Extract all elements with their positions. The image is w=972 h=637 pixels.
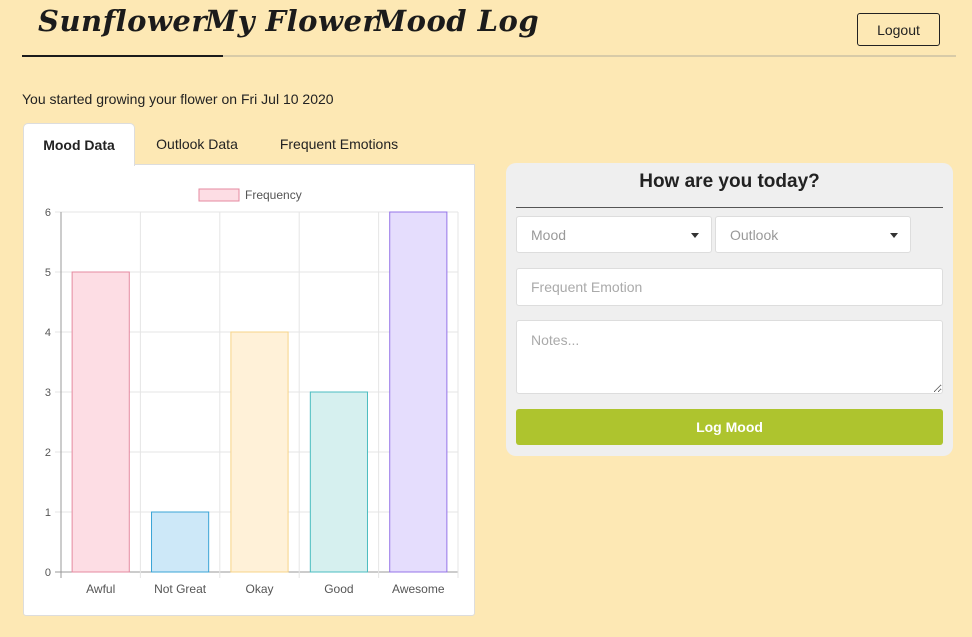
tab-frequent-emotions[interactable]: Frequent Emotions [269,123,409,165]
x-tick-label: Awesome [392,582,445,596]
chevron-down-icon [691,233,699,238]
log-mood-button[interactable]: Log Mood [516,409,943,445]
y-tick-label: 3 [45,387,51,399]
outlook-select-placeholder: Outlook [730,226,779,243]
x-tick-label: Good [324,582,353,596]
tab-mood-data[interactable]: Mood Data [23,123,135,166]
y-tick-label: 5 [45,267,51,279]
bar [151,511,210,573]
mood-select[interactable]: Mood [516,216,712,253]
mood-form-panel: How are you today? Mood Outlook Log Mood [506,163,953,456]
frequent-emotion-input[interactable] [516,268,943,306]
legend-swatch [198,188,240,202]
y-tick-label: 6 [45,207,51,219]
chart-tabs: Mood Data Outlook Data Frequent Emotions [23,123,475,166]
chevron-down-icon [890,233,898,238]
bar [230,331,289,573]
y-tick-label: 1 [45,507,51,519]
nav-brand-link[interactable]: Sunflower [21,4,224,57]
top-nav: Sunflower My Flower Mood Log Logout [21,0,956,57]
x-tick-label: Okay [245,582,273,596]
logout-button[interactable]: Logout [857,13,940,46]
bar [71,271,130,573]
y-tick-label: 0 [45,567,51,579]
outlook-select[interactable]: Outlook [715,216,911,253]
nav-mood-log-link[interactable]: Mood Log [374,4,539,38]
y-tick-label: 4 [45,327,51,339]
tab-outlook-data[interactable]: Outlook Data [141,123,253,165]
bar [309,391,368,573]
mood-chart-card: 0 1 2 3 4 5 6 Awful Not Great Okay Good Awesome Freq… [23,164,475,616]
x-tick-label: Awful [86,582,115,596]
start-date-text: You started growing your flower on Fri J… [22,91,334,107]
x-tick-label: Not Great [154,582,207,596]
form-title: How are you today? [516,171,943,208]
legend-label: Frequency [245,188,302,202]
mood-bar-chart: 0 1 2 3 4 5 6 Awful Not Great Okay Good Awesome Freq… [45,188,459,596]
notes-textarea[interactable] [516,320,943,394]
y-tick-label: 2 [45,447,51,459]
mood-select-placeholder: Mood [531,226,567,243]
bar [389,211,448,573]
nav-my-flower-link[interactable]: My Flower [205,4,378,38]
